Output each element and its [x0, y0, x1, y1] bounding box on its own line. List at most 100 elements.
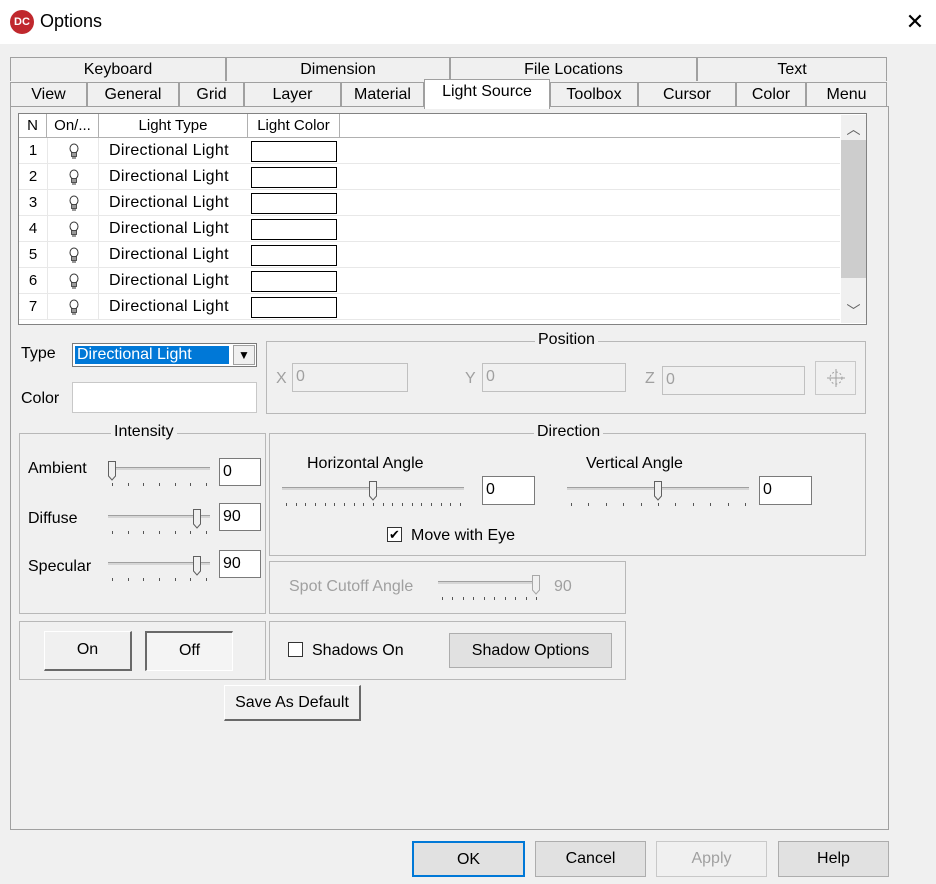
horizontal-angle-input[interactable]: 0 — [482, 476, 535, 505]
light-on-toggle[interactable] — [47, 242, 99, 268]
lightbulb-icon — [69, 169, 79, 185]
scrollbar-thumb[interactable] — [841, 140, 866, 278]
light-color-swatch[interactable] — [251, 193, 337, 214]
ambient-label: Ambient — [28, 460, 87, 477]
close-icon[interactable]: ✕ — [900, 8, 930, 36]
specular-input[interactable]: 90 — [219, 550, 261, 578]
specular-slider[interactable] — [108, 556, 210, 584]
slider-thumb-icon[interactable] — [193, 556, 201, 576]
app-icon: DC — [10, 10, 34, 34]
column-header-light-type[interactable]: Light Type — [99, 114, 248, 138]
tab-keyboard[interactable]: Keyboard — [10, 57, 226, 81]
lightbulb-icon — [69, 299, 79, 315]
light-color-swatch[interactable] — [251, 245, 337, 266]
on-button[interactable]: On — [44, 631, 132, 671]
light-color-swatch[interactable] — [251, 297, 337, 318]
chevron-down-icon[interactable]: ▼ — [233, 345, 255, 365]
light-color-swatch[interactable] — [251, 271, 337, 292]
z-input[interactable]: 0 — [662, 366, 805, 395]
diffuse-input[interactable]: 90 — [219, 503, 261, 531]
list-item[interactable]: 7 Directional Light — [19, 294, 840, 320]
list-item[interactable]: 5 Directional Light — [19, 242, 840, 268]
save-as-default-button[interactable]: Save As Default — [224, 685, 361, 721]
light-on-toggle[interactable] — [47, 268, 99, 294]
move-with-eye-checkbox[interactable]: ✔ — [387, 527, 402, 542]
color-label: Color — [21, 390, 60, 407]
slider-ticks — [442, 597, 537, 600]
light-on-toggle[interactable] — [47, 190, 99, 216]
slider-ticks — [571, 503, 746, 506]
light-on-toggle[interactable] — [47, 294, 99, 320]
slider-thumb-icon[interactable] — [654, 481, 662, 501]
light-color-swatch[interactable] — [251, 141, 337, 162]
light-on-toggle[interactable] — [47, 138, 99, 164]
column-header-light-color[interactable]: Light Color — [248, 114, 340, 138]
light-type: Directional Light — [109, 194, 229, 211]
tab-color[interactable]: Color — [736, 82, 806, 106]
tab-dimension[interactable]: Dimension — [226, 57, 450, 81]
spot-cutoff-slider[interactable] — [438, 575, 540, 603]
pick-position-button[interactable] — [815, 361, 856, 395]
tab-view[interactable]: View — [10, 82, 87, 106]
tab-menu[interactable]: Menu — [806, 82, 887, 106]
specular-label: Specular — [28, 558, 92, 575]
cancel-button[interactable]: Cancel — [535, 841, 646, 877]
scroll-up-icon[interactable]: ︿ — [841, 118, 866, 140]
diffuse-slider[interactable] — [108, 509, 210, 537]
help-button[interactable]: Help — [778, 841, 889, 877]
light-number: 6 — [28, 272, 38, 289]
type-selected-value: Directional Light — [75, 346, 229, 364]
vertical-angle-input[interactable]: 0 — [759, 476, 812, 505]
list-item[interactable]: 1 Directional Light — [19, 138, 840, 164]
lightbulb-icon — [69, 221, 79, 237]
light-on-toggle[interactable] — [47, 164, 99, 190]
ok-button[interactable]: OK — [412, 841, 525, 877]
color-swatch[interactable] — [72, 382, 257, 413]
shadows-on-checkbox[interactable] — [288, 642, 303, 657]
slider-thumb-icon[interactable] — [369, 481, 377, 501]
slider-thumb-icon[interactable] — [193, 509, 201, 529]
list-item[interactable]: 3 Directional Light — [19, 190, 840, 216]
lightbulb-icon — [69, 143, 79, 159]
column-header-on[interactable]: On/... — [47, 114, 99, 138]
slider-ticks — [112, 483, 207, 486]
light-color-swatch[interactable] — [251, 219, 337, 240]
light-list[interactable]: N On/... Light Type Light Color 1 Directi… — [18, 113, 867, 325]
diffuse-label: Diffuse — [28, 510, 78, 527]
lightbulb-icon — [69, 247, 79, 263]
tab-material[interactable]: Material — [341, 82, 424, 106]
slider-thumb-icon[interactable] — [108, 461, 116, 481]
slider-thumb-icon[interactable] — [532, 575, 540, 595]
ambient-slider[interactable] — [108, 461, 210, 489]
list-item[interactable]: 4 Directional Light — [19, 216, 840, 242]
tab-layer[interactable]: Layer — [244, 82, 341, 106]
tab-text[interactable]: Text — [697, 57, 887, 81]
tab-grid[interactable]: Grid — [179, 82, 244, 106]
off-button[interactable]: Off — [145, 631, 233, 671]
apply-button[interactable]: Apply — [656, 841, 767, 877]
ambient-input[interactable]: 0 — [219, 458, 261, 486]
light-on-toggle[interactable] — [47, 216, 99, 242]
crosshair-icon — [826, 369, 845, 387]
type-dropdown[interactable]: Directional Light ▼ — [72, 343, 257, 367]
light-color-swatch[interactable] — [251, 167, 337, 188]
vertical-angle-slider[interactable] — [567, 481, 749, 509]
list-item[interactable]: 6 Directional Light — [19, 268, 840, 294]
tab-general[interactable]: General — [87, 82, 179, 106]
tab-file-locations[interactable]: File Locations — [450, 57, 697, 81]
tab-cursor[interactable]: Cursor — [638, 82, 736, 106]
light-type: Directional Light — [109, 272, 229, 289]
y-input[interactable]: 0 — [482, 363, 626, 392]
tab-light-source[interactable]: Light Source — [424, 79, 550, 109]
lightbulb-icon — [69, 195, 79, 211]
list-item[interactable]: 2 Directional Light — [19, 164, 840, 190]
light-type: Directional Light — [109, 142, 229, 159]
tab-toolbox[interactable]: Toolbox — [550, 82, 638, 106]
shadow-options-button[interactable]: Shadow Options — [449, 633, 612, 668]
scroll-down-icon[interactable]: ﹀ — [841, 300, 866, 322]
z-label: Z — [645, 370, 655, 387]
horizontal-angle-slider[interactable] — [282, 481, 464, 509]
column-header-n[interactable]: N — [19, 114, 47, 138]
x-input[interactable]: 0 — [292, 363, 408, 392]
light-type: Directional Light — [109, 168, 229, 185]
